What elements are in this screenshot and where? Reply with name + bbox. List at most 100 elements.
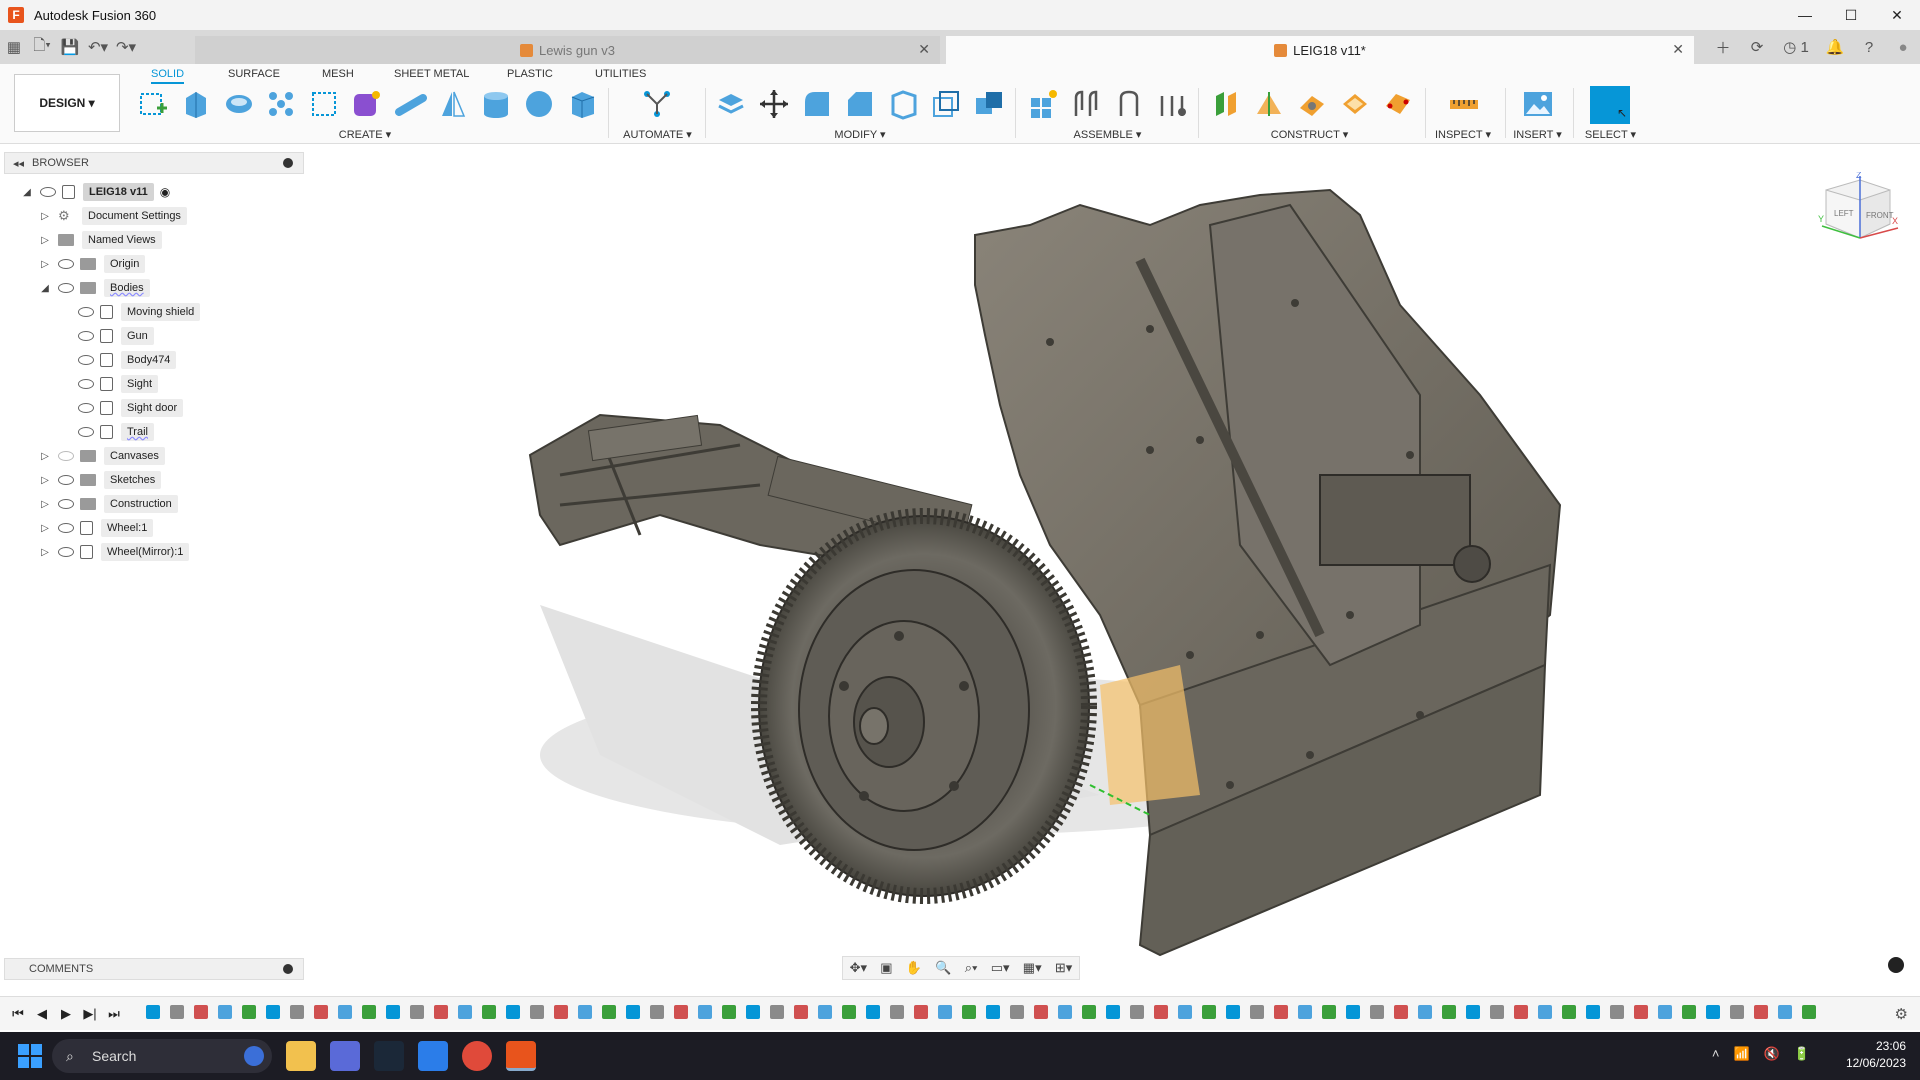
browser-item-body474[interactable]: Body474 — [72, 349, 177, 371]
cylinder-icon[interactable] — [480, 88, 512, 120]
browser-item-moving-shield[interactable]: Moving shield — [72, 301, 201, 323]
timeline-feature[interactable] — [194, 1005, 208, 1019]
timeline-feature[interactable] — [266, 1005, 280, 1019]
visibility-icon[interactable] — [78, 331, 94, 341]
browser-item-wheel-mirror-1[interactable]: ▷ Wheel(Mirror):1 — [38, 541, 190, 563]
timeline-feature[interactable] — [386, 1005, 400, 1019]
browser-item-sketches[interactable]: ▷ Sketches — [38, 469, 162, 491]
file-icon[interactable]: 🗋▾ — [28, 35, 56, 60]
expand-toggle-icon[interactable]: ◢ — [20, 187, 34, 198]
timeline-feature[interactable] — [698, 1005, 712, 1019]
timeline-feature[interactable] — [1202, 1005, 1216, 1019]
timeline-feature[interactable] — [1730, 1005, 1744, 1019]
close-tab-icon[interactable]: ✕ — [918, 41, 930, 58]
timeline-feature[interactable] — [1346, 1005, 1360, 1019]
notification-icon[interactable]: 🔔 — [1818, 38, 1852, 56]
timeline-feature[interactable] — [1034, 1005, 1048, 1019]
timeline-feature[interactable] — [554, 1005, 568, 1019]
timeline-feature[interactable] — [1586, 1005, 1600, 1019]
browser-item-sight-door[interactable]: Sight door — [72, 397, 184, 419]
timeline-feature[interactable] — [1154, 1005, 1168, 1019]
tangent-plane-icon[interactable] — [1296, 88, 1328, 120]
step-forward-icon[interactable]: ▶| — [78, 1006, 102, 1022]
tab-leig18[interactable]: LEIG18 v11* ✕ — [946, 36, 1694, 64]
display-settings-icon[interactable]: ▭▾ — [991, 960, 1010, 976]
expand-toggle-icon[interactable]: ▷ — [38, 451, 52, 462]
revolve-icon[interactable] — [223, 88, 255, 120]
timeline-feature[interactable] — [986, 1005, 1000, 1019]
zoom-icon[interactable]: 🔍 — [935, 960, 951, 976]
wifi-icon[interactable]: 📶 — [1733, 1046, 1749, 1062]
timeline-feature[interactable] — [458, 1005, 472, 1019]
browser-item-construction[interactable]: ▷ Construction — [38, 493, 178, 515]
timeline-feature[interactable] — [650, 1005, 664, 1019]
volume-muted-icon[interactable]: 🔇 — [1764, 1046, 1780, 1062]
form-icon[interactable] — [350, 88, 382, 120]
calculator-icon[interactable] — [330, 1041, 360, 1071]
tab-solid[interactable]: SOLID — [151, 68, 185, 84]
combine-icon[interactable] — [973, 88, 1005, 120]
visibility-icon[interactable] — [58, 475, 74, 485]
timeline-feature[interactable] — [1466, 1005, 1480, 1019]
chat-icon[interactable] — [1888, 957, 1904, 973]
steam-icon[interactable] — [374, 1041, 404, 1071]
timeline-feature[interactable] — [722, 1005, 736, 1019]
inspect-menu[interactable]: INSPECT ▾ — [1428, 128, 1498, 141]
chrome-icon[interactable] — [462, 1041, 492, 1071]
insert-menu[interactable]: INSERT ▾ — [1505, 128, 1570, 141]
timeline-feature[interactable] — [914, 1005, 928, 1019]
redo-icon[interactable]: ↷▾ — [112, 38, 140, 56]
visibility-icon[interactable] — [58, 499, 74, 509]
avatar[interactable]: ● — [1886, 39, 1920, 56]
timeline-features[interactable] — [146, 1005, 1866, 1023]
expand-toggle-icon[interactable]: ▷ — [38, 523, 52, 534]
timeline-feature[interactable] — [962, 1005, 976, 1019]
timeline-feature[interactable] — [842, 1005, 856, 1019]
timeline-feature[interactable] — [674, 1005, 688, 1019]
visibility-icon[interactable] — [40, 187, 56, 197]
joint-origin-icon[interactable] — [1156, 88, 1188, 120]
browser-item-canvases[interactable]: ▷ Canvases — [38, 445, 165, 467]
tab-sheet-metal[interactable]: SHEET METAL — [394, 68, 469, 80]
new-component-icon[interactable] — [1027, 88, 1059, 120]
close-button[interactable]: ✕ — [1874, 0, 1920, 30]
timeline-feature[interactable] — [1178, 1005, 1192, 1019]
select-menu[interactable]: SELECT ▾ — [1578, 128, 1643, 141]
browser-header[interactable]: ◂◂ BROWSER — [4, 152, 304, 174]
go-to-end-icon[interactable]: ⏭ — [102, 1006, 126, 1022]
timeline-feature[interactable] — [482, 1005, 496, 1019]
expand-toggle-icon[interactable]: ▷ — [38, 211, 52, 222]
mirror-icon[interactable] — [437, 88, 469, 120]
timeline-feature[interactable] — [1130, 1005, 1144, 1019]
rectangle-sketch-icon[interactable] — [308, 88, 340, 120]
timeline-feature[interactable] — [1274, 1005, 1288, 1019]
timeline-feature[interactable] — [434, 1005, 448, 1019]
timeline-feature[interactable] — [1106, 1005, 1120, 1019]
timeline-feature[interactable] — [1250, 1005, 1264, 1019]
browser-item-document-settings[interactable]: ▷ ⚙ Document Settings — [38, 205, 187, 227]
timeline-feature[interactable] — [770, 1005, 784, 1019]
viewports-icon[interactable]: ⊞▾ — [1055, 960, 1072, 976]
timeline-feature[interactable] — [1370, 1005, 1384, 1019]
timeline-feature[interactable] — [1658, 1005, 1672, 1019]
automate-icon[interactable] — [641, 88, 673, 120]
tab-plastic[interactable]: PLASTIC — [507, 68, 553, 80]
orbit-icon[interactable]: ✥▾ — [850, 960, 867, 976]
taskbar-search[interactable]: ⌕ Search — [52, 1039, 272, 1073]
expand-toggle-icon[interactable]: ▷ — [38, 475, 52, 486]
timeline-feature[interactable] — [1490, 1005, 1504, 1019]
visibility-icon[interactable] — [58, 259, 74, 269]
tab-surface[interactable]: SURFACE — [228, 68, 280, 80]
file-explorer-icon[interactable] — [286, 1041, 316, 1071]
browser-pin-icon[interactable] — [283, 158, 293, 168]
visibility-icon[interactable] — [78, 403, 94, 413]
insert-image-icon[interactable] — [1522, 88, 1554, 120]
timeline-feature[interactable] — [314, 1005, 328, 1019]
timeline-feature[interactable] — [506, 1005, 520, 1019]
create-menu[interactable]: CREATE ▾ — [330, 128, 400, 141]
visibility-icon[interactable] — [58, 523, 74, 533]
timeline-feature[interactable] — [794, 1005, 808, 1019]
pan-icon[interactable]: ✋ — [906, 960, 922, 976]
chamfer-icon[interactable] — [844, 88, 876, 120]
play-icon[interactable]: ▶ — [54, 1006, 78, 1022]
